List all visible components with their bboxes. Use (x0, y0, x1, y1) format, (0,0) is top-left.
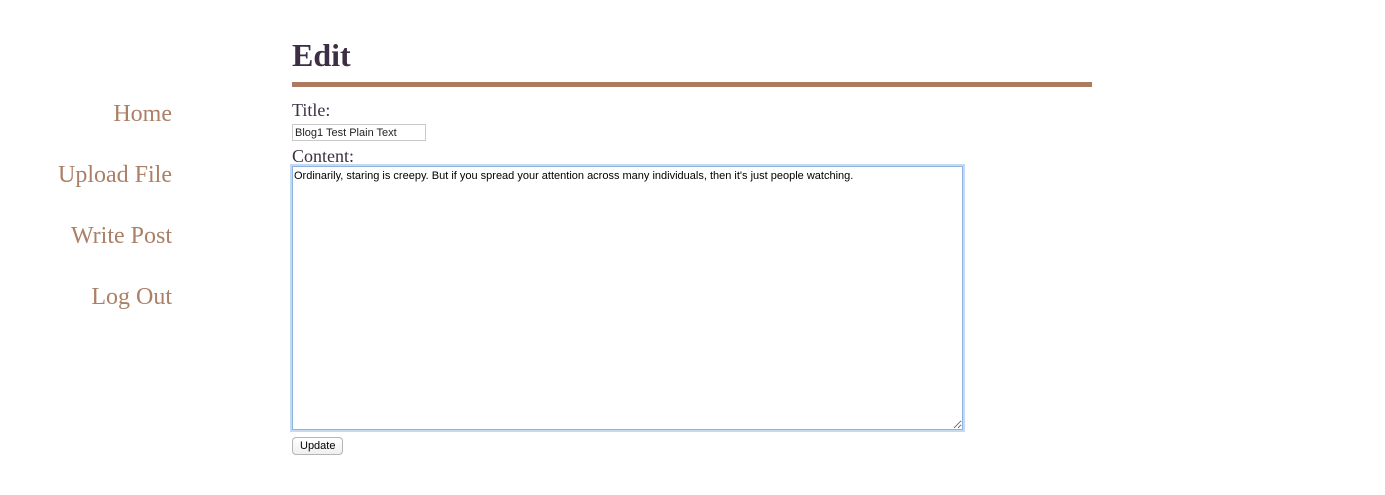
nav-write-post-link[interactable]: Write Post (0, 222, 172, 250)
title-input[interactable] (292, 124, 426, 141)
nav-home-link[interactable]: Home (0, 100, 172, 128)
content-textarea[interactable]: Ordinarily, staring is creepy. But if yo… (292, 166, 963, 430)
nav-log-out-link[interactable]: Log Out (0, 283, 172, 311)
title-divider (292, 82, 1092, 87)
page-title: Edit (292, 37, 351, 73)
title-label: Title: (292, 100, 331, 120)
update-button[interactable]: Update (292, 437, 344, 455)
sidebar-nav: Home Upload File Write Post Log Out (0, 100, 172, 311)
nav-upload-file-link[interactable]: Upload File (0, 161, 172, 189)
content-label: Content: (292, 146, 354, 166)
